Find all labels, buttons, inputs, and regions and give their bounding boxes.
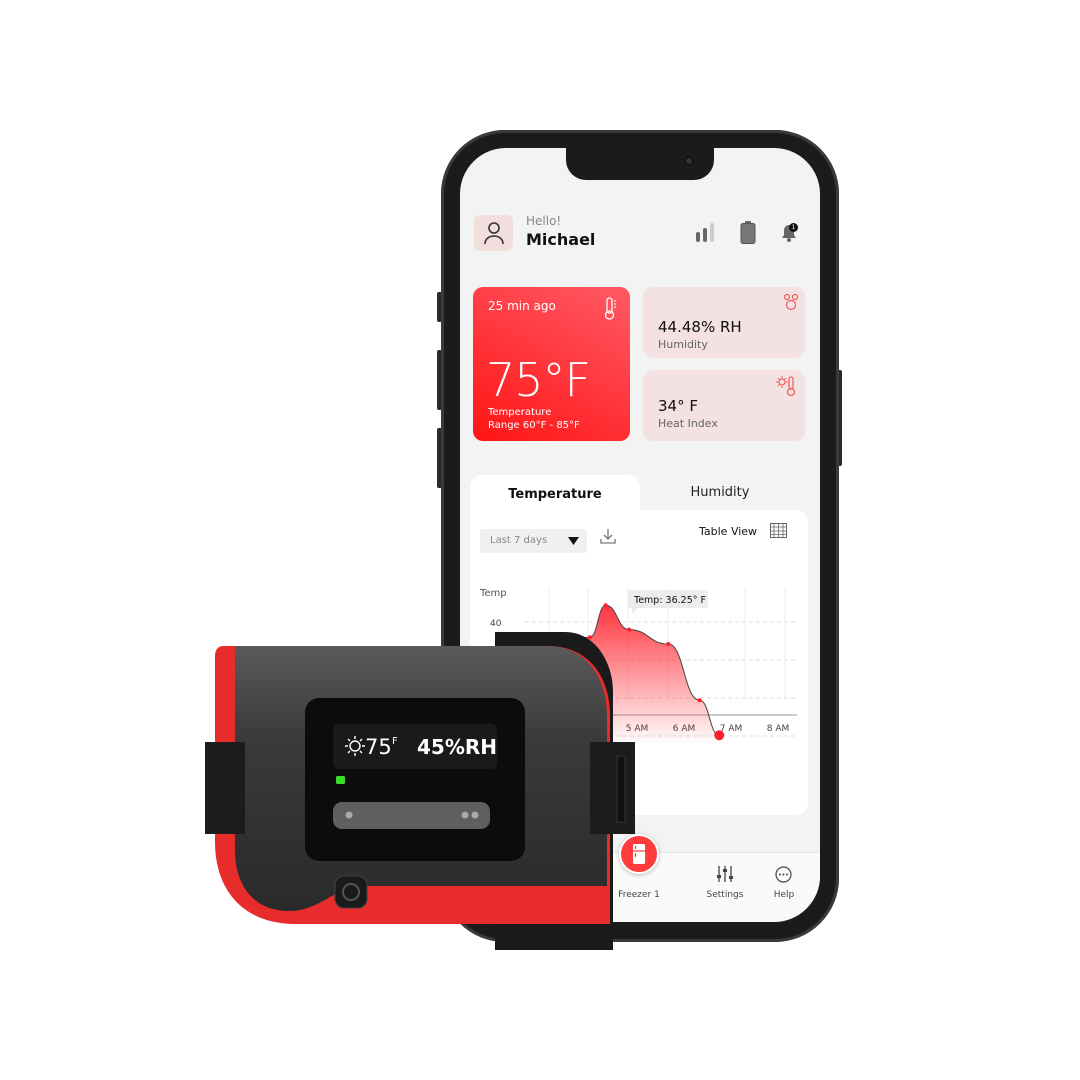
data-point bbox=[697, 698, 702, 703]
user-icon bbox=[483, 222, 504, 245]
status-led bbox=[336, 776, 345, 784]
humidity-card[interactable]: 44.48% RH Humidity bbox=[643, 287, 805, 358]
temperature-card[interactable]: 25 min ago 75°F Temperature Range 60°F -… bbox=[473, 287, 630, 441]
sensor-device: 75 F 45%RH bbox=[205, 632, 635, 950]
device-humidity: 45%RH bbox=[417, 735, 497, 759]
caret-down-icon bbox=[568, 537, 579, 545]
y-tick-label: 40 bbox=[490, 619, 502, 629]
camera bbox=[684, 156, 694, 166]
notch bbox=[566, 148, 714, 180]
thermometer-icon bbox=[604, 297, 616, 320]
x-tick-label: 8 AM bbox=[767, 724, 790, 734]
data-point bbox=[666, 642, 671, 647]
humidity-label: Humidity bbox=[658, 338, 708, 351]
heat-index-label: Heat Index bbox=[658, 417, 718, 430]
tab-humidity[interactable]: Humidity bbox=[640, 475, 800, 515]
heat-index-icon bbox=[776, 376, 796, 397]
sliders-icon[interactable] bbox=[716, 865, 734, 883]
download-icon[interactable] bbox=[599, 527, 617, 545]
signal-icon bbox=[696, 223, 714, 242]
nav-help[interactable]: Help bbox=[754, 890, 814, 900]
device-temp: 75 bbox=[365, 735, 392, 759]
table-icon[interactable] bbox=[770, 523, 787, 538]
device-power-button[interactable] bbox=[334, 875, 368, 909]
data-point bbox=[603, 603, 608, 608]
user-name: Michael bbox=[526, 230, 596, 249]
table-view-button[interactable]: Table View bbox=[699, 525, 757, 538]
notification-badge: 1 bbox=[789, 223, 798, 232]
last-updated: 25 min ago bbox=[488, 299, 556, 313]
notifications-button[interactable]: 1 bbox=[779, 221, 801, 243]
data-point bbox=[714, 730, 725, 741]
temperature-range: Range 60°F - 85°F bbox=[488, 420, 580, 431]
data-point bbox=[627, 627, 632, 632]
battery-icon bbox=[740, 221, 756, 244]
y-axis-label: Temp bbox=[479, 588, 507, 599]
temperature-value: 75°F bbox=[486, 353, 591, 407]
temperature-label: Temperature bbox=[488, 407, 552, 418]
range-select-value: Last 7 days bbox=[490, 535, 548, 546]
tab-temperature[interactable]: Temperature bbox=[470, 475, 640, 515]
tooltip-text: Temp: 36.25° F bbox=[633, 595, 706, 606]
heat-index-card[interactable]: 34° F Heat Index bbox=[643, 370, 805, 441]
range-select[interactable]: Last 7 days bbox=[480, 529, 587, 553]
greeting: Hello! bbox=[526, 214, 562, 228]
heat-index-value: 34° F bbox=[658, 397, 698, 415]
tooltip-pointer bbox=[632, 608, 638, 614]
avatar[interactable] bbox=[474, 215, 513, 251]
nav-settings[interactable]: Settings bbox=[695, 890, 755, 900]
humidity-value: 44.48% RH bbox=[658, 318, 742, 336]
more-icon[interactable] bbox=[775, 866, 792, 883]
humidity-icon bbox=[783, 293, 799, 311]
device-temp-unit: F bbox=[392, 736, 398, 747]
